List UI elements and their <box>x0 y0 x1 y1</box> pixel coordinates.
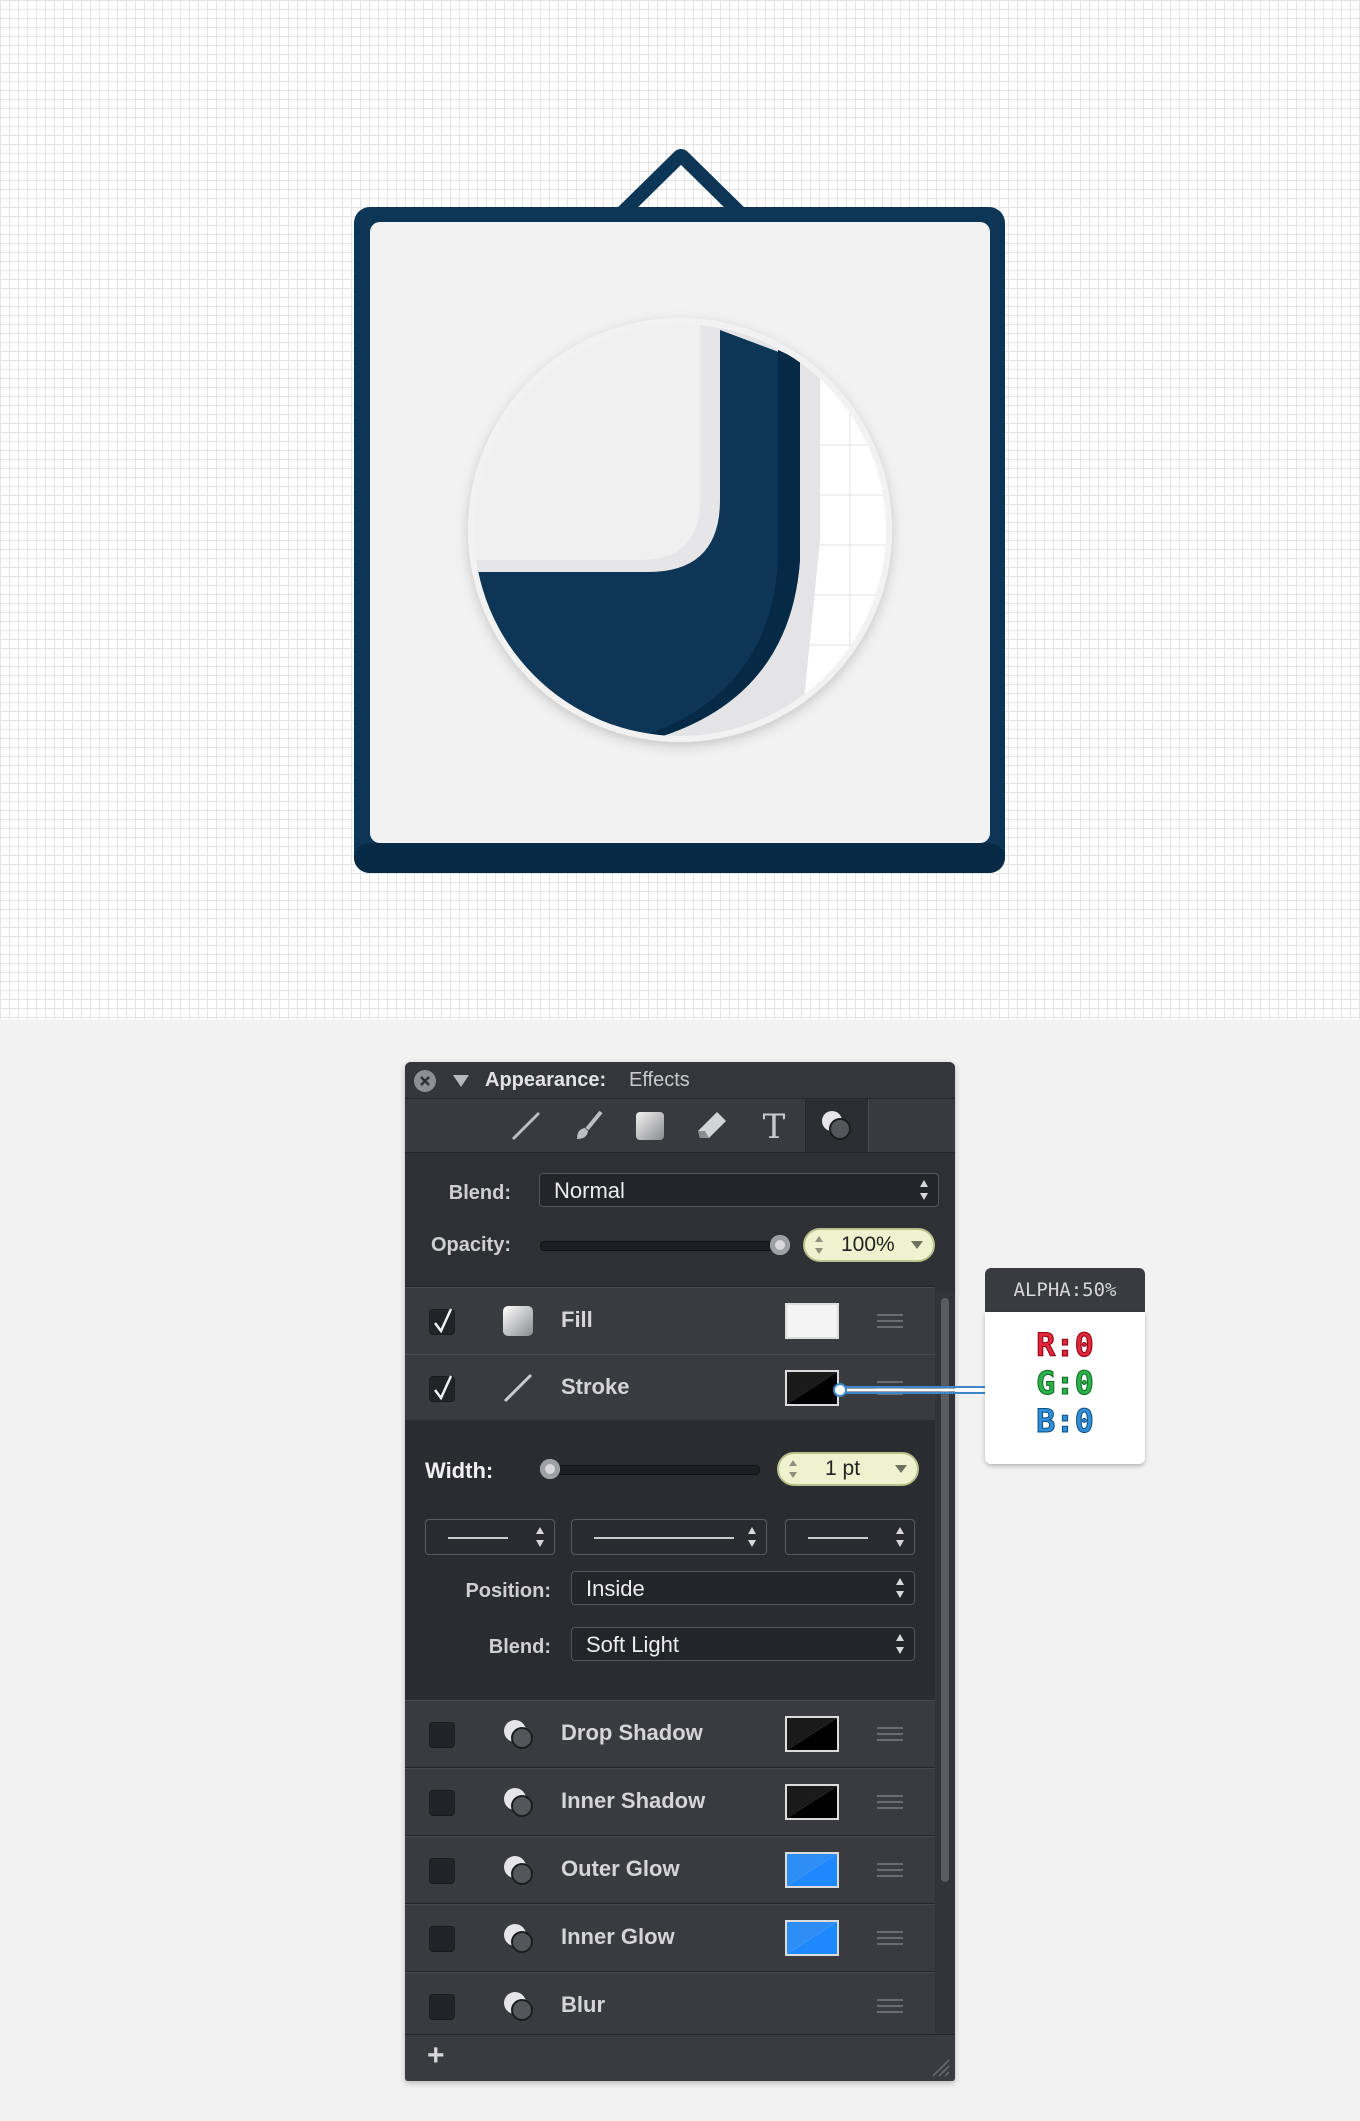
effects-icon <box>504 1924 533 1953</box>
stroke-label: Stroke <box>561 1374 630 1399</box>
eraser-tool-icon[interactable] <box>681 1099 743 1152</box>
panel-footer: + <box>405 2034 955 2081</box>
callout-alpha: ALPHA:50% <box>985 1268 1145 1312</box>
color-callout: ALPHA:50% R:0 G:0 B:0 <box>985 1268 1145 1464</box>
stroke-blend-value: Soft Light <box>586 1632 679 1657</box>
drag-handle-icon[interactable] <box>877 1727 903 1741</box>
callout-red: R:0 <box>1036 1326 1095 1365</box>
fill-icon <box>503 1306 533 1336</box>
inner-shadow-color-swatch[interactable] <box>785 1784 839 1820</box>
effect-row-outer-glow[interactable]: Outer Glow <box>405 1836 935 1904</box>
stroke-start-select[interactable] <box>425 1519 555 1555</box>
text-tool-icon[interactable]: T <box>743 1099 805 1152</box>
opacity-label: Opacity: <box>430 1234 511 1256</box>
width-value: 1 pt <box>825 1457 861 1480</box>
drag-handle-icon[interactable] <box>877 1314 903 1328</box>
chevron-down-icon[interactable] <box>911 1241 923 1249</box>
effects-icon <box>504 1720 533 1749</box>
select-arrows-icon <box>920 1180 928 1200</box>
effects-icon <box>504 1788 533 1817</box>
disclosure-triangle-icon[interactable] <box>453 1075 469 1087</box>
blur-checkbox[interactable] <box>429 1994 455 2020</box>
stroke-checkbox[interactable] <box>429 1375 455 1402</box>
callout-body: R:0 G:0 B:0 <box>985 1312 1145 1464</box>
callout-green: G:0 <box>1036 1364 1095 1403</box>
width-slider-knob[interactable] <box>540 1459 560 1479</box>
fill-label: Fill <box>561 1307 593 1332</box>
select-arrows-icon <box>896 1578 904 1598</box>
drag-handle-icon[interactable] <box>877 1863 903 1877</box>
artboard-grid <box>0 0 1360 1020</box>
tool-tabs: T <box>405 1099 955 1153</box>
inner-shadow-checkbox[interactable] <box>429 1790 455 1816</box>
svg-text:T: T <box>763 1109 786 1143</box>
width-label: Width: <box>425 1458 494 1483</box>
blend-value: Normal <box>554 1178 625 1203</box>
frame-artwork <box>354 149 1005 873</box>
opacity-slider[interactable] <box>540 1241 782 1251</box>
width-field[interactable]: 1 pt <box>777 1452 919 1486</box>
width-slider[interactable] <box>540 1465 760 1475</box>
chevron-down-icon[interactable] <box>895 1465 907 1473</box>
stroke-tool-icon[interactable] <box>495 1099 557 1152</box>
effect-row-inner-glow[interactable]: Inner Glow <box>405 1904 935 1972</box>
frame-bottom-shade <box>354 843 1005 873</box>
resize-grip-icon[interactable] <box>929 2056 951 2078</box>
select-arrows-icon <box>896 1634 904 1654</box>
opacity-slider-knob[interactable] <box>770 1235 790 1255</box>
close-icon[interactable] <box>414 1070 436 1092</box>
stroke-icon <box>503 1373 533 1403</box>
effect-row-drop-shadow[interactable]: Drop Shadow <box>405 1700 935 1768</box>
effects-tool-icon[interactable] <box>805 1099 869 1152</box>
effect-label: Outer Glow <box>561 1856 680 1881</box>
fill-checkbox[interactable] <box>429 1308 455 1335</box>
effect-label: Drop Shadow <box>561 1720 703 1745</box>
callout-blue: B:0 <box>1036 1402 1095 1441</box>
drag-handle-icon[interactable] <box>877 1999 903 2013</box>
stroke-dash-select[interactable] <box>571 1519 767 1555</box>
stroke-options: Width: 1 pt Position: Inside Blend: Soft… <box>405 1420 935 1700</box>
panel-title: Appearance: <box>485 1069 607 1091</box>
stroke-end-select[interactable] <box>785 1519 915 1555</box>
drop-shadow-checkbox[interactable] <box>429 1722 455 1748</box>
outer-glow-checkbox[interactable] <box>429 1858 455 1884</box>
blend-label: Blend: <box>448 1182 511 1204</box>
add-effect-button[interactable]: + <box>427 2039 445 2073</box>
callout-connector <box>833 1383 990 1397</box>
effects-icon <box>504 1856 533 1885</box>
opacity-field[interactable]: 100% <box>803 1228 935 1262</box>
effect-label: Inner Glow <box>561 1924 675 1949</box>
inner-glow-checkbox[interactable] <box>429 1926 455 1952</box>
brush-tool-icon[interactable] <box>557 1099 619 1152</box>
effects-icon <box>504 1992 533 2021</box>
inner-glow-color-swatch[interactable] <box>785 1920 839 1956</box>
panel-titlebar: Appearance: Effects <box>405 1062 955 1099</box>
panel-scrollbar[interactable] <box>935 1292 955 2034</box>
fill-tool-icon[interactable] <box>619 1099 681 1152</box>
blend-select[interactable]: Normal <box>539 1173 939 1207</box>
drag-handle-icon[interactable] <box>877 1931 903 1945</box>
opacity-value: 100% <box>841 1233 895 1256</box>
position-value: Inside <box>586 1576 645 1601</box>
fill-color-swatch[interactable] <box>785 1303 839 1339</box>
drag-handle-icon[interactable] <box>877 1795 903 1809</box>
position-label: Position: <box>465 1580 551 1602</box>
effect-label: Blur <box>561 1992 605 2017</box>
stepper-icon[interactable] <box>789 1460 797 1478</box>
stroke-blend-select[interactable]: Soft Light <box>571 1627 915 1661</box>
drop-shadow-color-swatch[interactable] <box>785 1716 839 1752</box>
frame-hanger <box>615 149 747 220</box>
position-select[interactable]: Inside <box>571 1571 915 1605</box>
panel-subtitle: Effects <box>629 1069 690 1091</box>
effect-row-inner-shadow[interactable]: Inner Shadow <box>405 1768 935 1836</box>
effect-row-blur[interactable]: Blur <box>405 1972 935 2036</box>
stepper-icon[interactable] <box>815 1236 823 1254</box>
stroke-blend-label: Blend: <box>488 1636 551 1658</box>
effect-label: Inner Shadow <box>561 1788 706 1813</box>
fill-row[interactable]: Fill <box>405 1287 935 1355</box>
outer-glow-color-swatch[interactable] <box>785 1852 839 1888</box>
appearance-panel: Appearance: Effects T Blend: Normal Opac… <box>405 1062 955 2081</box>
